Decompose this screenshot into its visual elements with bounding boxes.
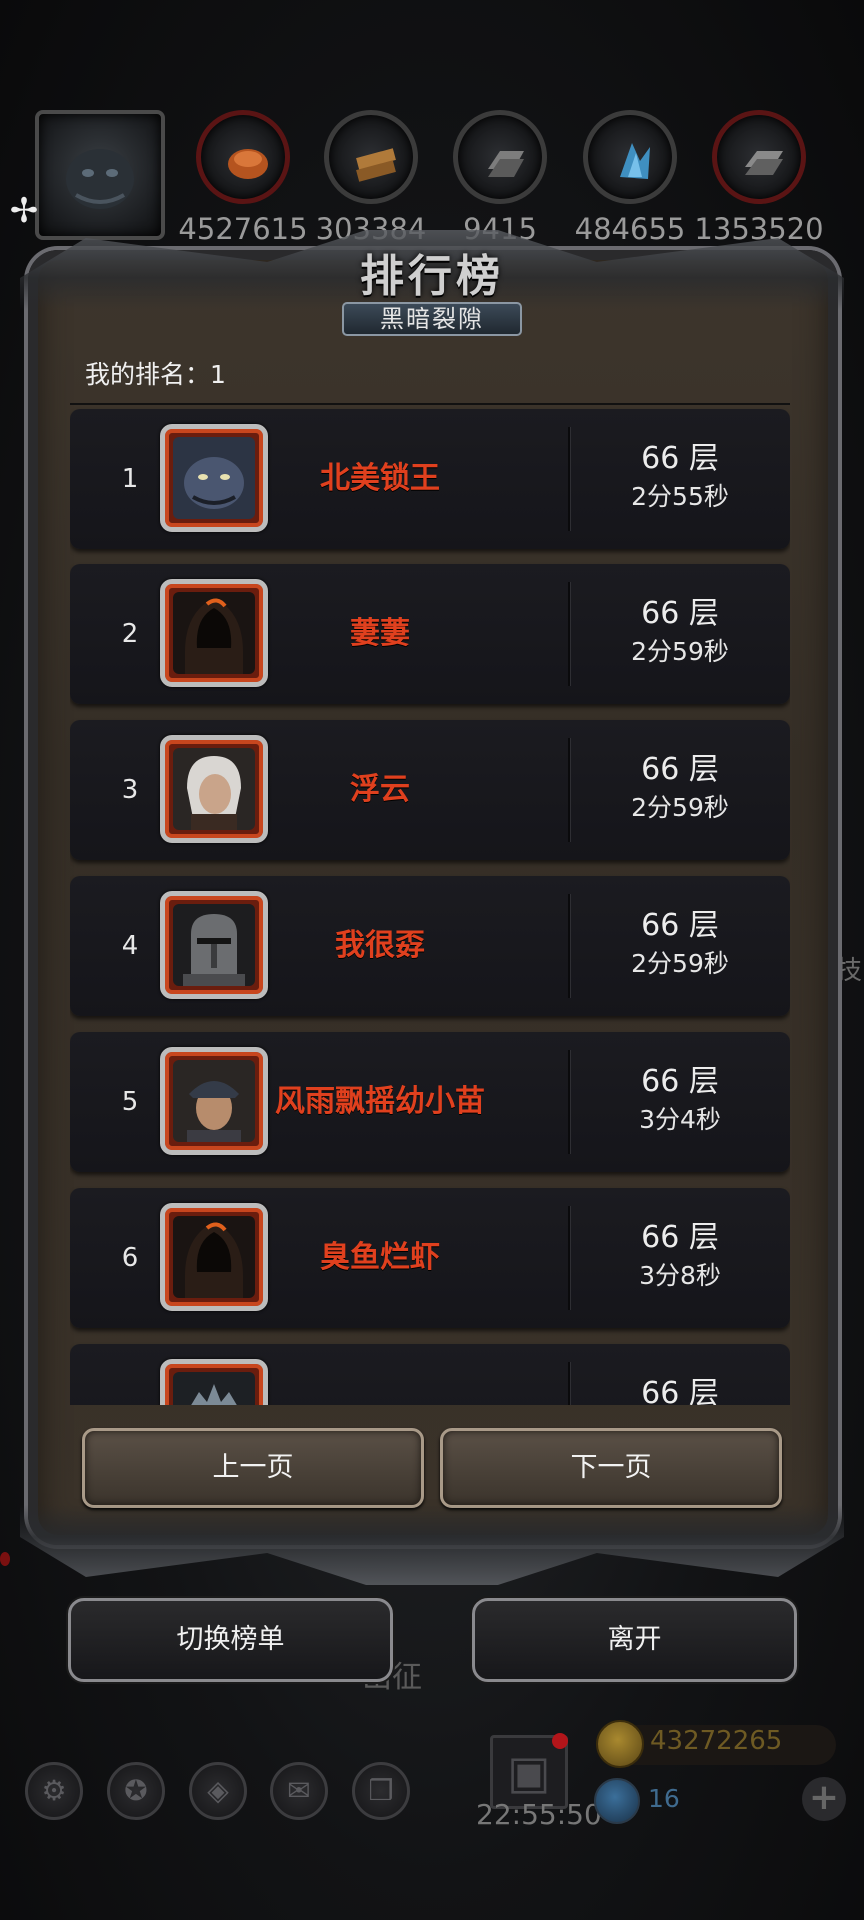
notification-dot bbox=[552, 1733, 568, 1749]
notification-dot bbox=[0, 1552, 10, 1566]
wood-plank-icon bbox=[324, 110, 418, 204]
switch-board-button[interactable]: 切换榜单 bbox=[68, 1598, 393, 1682]
clear-time: 2分55秒 bbox=[631, 482, 729, 511]
knight-helmet-avatar[interactable] bbox=[160, 891, 268, 999]
background-menu-text: 技 bbox=[836, 956, 863, 986]
clear-time: 2分59秒 bbox=[631, 949, 729, 978]
player-portrait[interactable] bbox=[35, 110, 165, 240]
player-name: 浮云 bbox=[350, 772, 410, 807]
game-screen: ✢ 4527615 303384 9415 484655 1353520 技 排… bbox=[0, 0, 864, 1920]
clear-time: 3分4秒 bbox=[639, 1105, 721, 1134]
ranking-row[interactable]: 66 层 bbox=[70, 1344, 790, 1405]
puzzle-icon[interactable]: ✢ bbox=[5, 192, 43, 230]
spiked-helmet-avatar[interactable] bbox=[160, 1359, 268, 1405]
ornate-frame-bottom bbox=[20, 1505, 844, 1585]
ranking-row[interactable]: 3 浮云 66 层 2分59秒 bbox=[70, 720, 790, 860]
white-haired-woman-avatar[interactable] bbox=[160, 735, 268, 843]
floor-reached: 66 层 bbox=[641, 1220, 719, 1255]
event-timer: 22:55:50 bbox=[476, 1798, 602, 1831]
badge-icon[interactable]: ✪ bbox=[107, 1762, 165, 1820]
gold-coin-icon bbox=[596, 1720, 644, 1768]
resource-iron[interactable]: 9415 bbox=[452, 110, 548, 246]
rank-number: 3 bbox=[121, 775, 139, 805]
my-rank-label: 我的排名：1 bbox=[85, 360, 226, 389]
ranking-row[interactable]: 2 萋萋 66 层 2分59秒 bbox=[70, 564, 790, 704]
gem-amount: 16 bbox=[648, 1784, 680, 1813]
resource-steel[interactable]: 1353520 bbox=[694, 110, 824, 246]
cube-icon[interactable]: ❒ bbox=[352, 1762, 410, 1820]
player-name: 风雨飘摇幼小苗 bbox=[275, 1084, 485, 1119]
capped-man-avatar[interactable] bbox=[160, 1047, 268, 1155]
hooded-figure-avatar[interactable] bbox=[160, 579, 268, 687]
ranking-row[interactable]: 4 我很孬 66 层 2分59秒 bbox=[70, 876, 790, 1016]
next-page-button[interactable]: 下一页 bbox=[440, 1428, 782, 1508]
rank-number: 2 bbox=[121, 619, 139, 649]
floor-reached: 66 层 bbox=[641, 1376, 719, 1405]
player-name: 臭鱼烂虾 bbox=[320, 1240, 440, 1275]
plus-icon[interactable]: + bbox=[802, 1777, 846, 1821]
guild-icon[interactable]: ◈ bbox=[189, 1762, 247, 1820]
crystal-shard-icon bbox=[583, 110, 677, 204]
iron-ingot-icon bbox=[453, 110, 547, 204]
ranking-list[interactable]: 1 北美锁王 66 层 2分55秒 2 萋萋 66 层 2分59秒 3 浮云 6… bbox=[70, 405, 790, 1405]
player-name: 萋萋 bbox=[350, 616, 410, 651]
rank-number: 4 bbox=[121, 931, 139, 961]
floor-reached: 66 层 bbox=[641, 596, 719, 631]
lizard-beast-avatar[interactable] bbox=[160, 424, 268, 532]
gold-amount: 43272265 bbox=[650, 1726, 783, 1756]
leave-button[interactable]: 离开 bbox=[472, 1598, 797, 1682]
ranking-row[interactable]: 1 北美锁王 66 层 2分55秒 bbox=[70, 409, 790, 549]
clear-time: 2分59秒 bbox=[631, 637, 729, 666]
ranking-row[interactable]: 5 风雨飘摇幼小苗 66 层 3分4秒 bbox=[70, 1032, 790, 1172]
clear-time: 3分8秒 bbox=[639, 1261, 721, 1290]
beast-face-icon bbox=[66, 149, 134, 209]
clear-time: 2分59秒 bbox=[631, 793, 729, 822]
floor-reached: 66 层 bbox=[641, 441, 719, 476]
gear-icon[interactable]: ⚙ bbox=[25, 1762, 83, 1820]
resource-bronze[interactable]: 4527615 bbox=[178, 110, 308, 246]
resource-wood[interactable]: 303384 bbox=[316, 110, 426, 246]
rank-number: 5 bbox=[121, 1087, 139, 1117]
gem-icon bbox=[594, 1778, 640, 1824]
bronze-ore-icon bbox=[196, 110, 290, 204]
resource-bar: ✢ 4527615 303384 9415 484655 1353520 bbox=[0, 100, 864, 246]
prev-page-button[interactable]: 上一页 bbox=[82, 1428, 424, 1508]
ranking-row[interactable]: 6 臭鱼烂虾 66 层 3分8秒 bbox=[70, 1188, 790, 1328]
player-name: 北美锁王 bbox=[320, 461, 440, 496]
player-name: 我很孬 bbox=[335, 928, 425, 963]
mail-icon[interactable]: ✉ bbox=[270, 1762, 328, 1820]
floor-reached: 66 层 bbox=[641, 752, 719, 787]
floor-reached: 66 层 bbox=[641, 908, 719, 943]
steel-ingot-icon bbox=[712, 110, 806, 204]
panel-title: 排行榜 bbox=[360, 251, 504, 302]
bottom-menu: ⚙ ✪ ◈ ✉ ❒ bbox=[25, 1762, 425, 1826]
board-category-label: 黑暗裂隙 bbox=[342, 302, 522, 336]
resource-crystal[interactable]: 484655 bbox=[575, 110, 685, 246]
rank-number: 1 bbox=[121, 464, 139, 494]
floor-reached: 66 层 bbox=[641, 1064, 719, 1099]
rank-number: 6 bbox=[121, 1243, 139, 1273]
hooded-figure-avatar[interactable] bbox=[160, 1203, 268, 1311]
